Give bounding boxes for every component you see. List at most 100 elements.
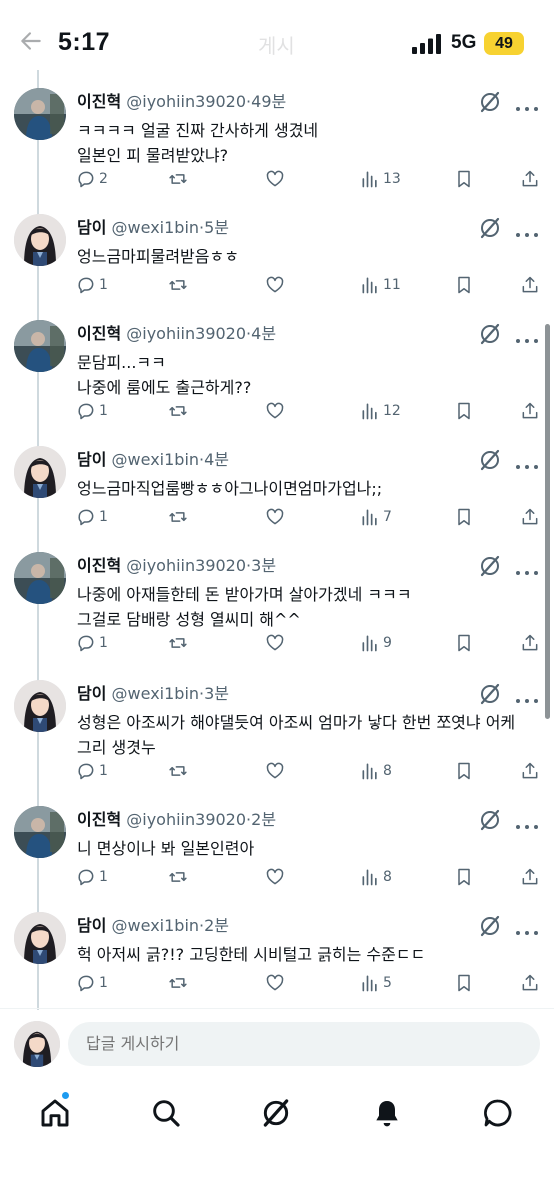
share-button[interactable] xyxy=(520,166,540,192)
author-handle[interactable]: @iyohiin39020 xyxy=(126,324,246,343)
author-handle[interactable]: @iyohiin39020 xyxy=(126,810,246,829)
views-button[interactable]: 8 xyxy=(360,864,392,890)
reply-button[interactable]: 1 xyxy=(76,864,108,890)
bookmark-button[interactable] xyxy=(454,398,474,424)
nav-search[interactable] xyxy=(146,1093,186,1133)
bookmark-button[interactable] xyxy=(454,630,474,656)
more-options-icon[interactable] xyxy=(515,816,539,829)
share-button[interactable] xyxy=(520,398,540,424)
repost-button[interactable] xyxy=(168,758,191,784)
author-handle[interactable]: @wexi1bin xyxy=(112,450,199,469)
views-button[interactable]: 11 xyxy=(360,272,401,298)
anime-avatar[interactable] xyxy=(14,446,66,498)
reply-item[interactable]: 담이 @wexi1bin·3분 성형은 아조씨가 해야댈듯여 아조씨 엄마가 낳다… xyxy=(0,680,554,788)
nav-home[interactable] xyxy=(35,1091,75,1133)
like-button[interactable] xyxy=(265,272,288,298)
reply-button[interactable]: 1 xyxy=(76,758,108,784)
bookmark-button[interactable] xyxy=(454,864,474,890)
bookmark-button[interactable] xyxy=(454,970,474,996)
author-name[interactable]: 이진혁 xyxy=(77,810,121,829)
share-button[interactable] xyxy=(520,758,540,784)
like-button[interactable] xyxy=(265,398,288,424)
reply-input[interactable] xyxy=(68,1022,540,1066)
grok-icon[interactable] xyxy=(478,90,502,114)
views-button[interactable]: 12 xyxy=(360,398,401,424)
repost-button[interactable] xyxy=(168,630,191,656)
repost-button[interactable] xyxy=(168,970,191,996)
reply-button[interactable]: 1 xyxy=(76,398,108,424)
repost-button[interactable] xyxy=(168,398,191,424)
anime-avatar[interactable] xyxy=(14,214,66,266)
anime-avatar[interactable] xyxy=(14,912,66,964)
reply-item[interactable]: 이진혁 @iyohiin39020·49분 ㅋㅋㅋㅋ 얼굴 진짜 간사하게 생겼네… xyxy=(0,88,554,196)
grok-icon[interactable] xyxy=(478,322,502,346)
author-name[interactable]: 담이 xyxy=(77,684,106,703)
share-button[interactable] xyxy=(520,864,540,890)
grok-icon[interactable] xyxy=(478,216,502,240)
author-handle[interactable]: @wexi1bin xyxy=(112,916,199,935)
reply-item[interactable]: 이진혁 @iyohiin39020·4분 문담피...ㅋㅋ 나중에 룸에도 출근하게… xyxy=(0,320,554,428)
more-options-icon[interactable] xyxy=(515,98,539,111)
author-handle[interactable]: @iyohiin39020 xyxy=(126,556,246,575)
author-handle[interactable]: @wexi1bin xyxy=(112,218,199,237)
views-button[interactable]: 7 xyxy=(360,504,392,530)
scrollbar[interactable] xyxy=(545,324,550,719)
photo-avatar-blue[interactable] xyxy=(14,320,66,372)
reply-item[interactable]: 담이 @wexi1bin·5분 엉느금마피물려받음ㅎㅎ 1 11 xyxy=(0,214,554,302)
more-options-icon[interactable] xyxy=(515,330,539,343)
photo-avatar-blue[interactable] xyxy=(14,552,66,604)
views-button[interactable]: 5 xyxy=(360,970,392,996)
views-button[interactable]: 13 xyxy=(360,166,401,192)
more-options-icon[interactable] xyxy=(515,690,539,703)
like-button[interactable] xyxy=(265,758,288,784)
bookmark-button[interactable] xyxy=(454,758,474,784)
repost-button[interactable] xyxy=(168,504,191,530)
bookmark-button[interactable] xyxy=(454,504,474,530)
author-name[interactable]: 담이 xyxy=(77,450,106,469)
like-button[interactable] xyxy=(265,166,288,192)
reply-button[interactable]: 1 xyxy=(76,504,108,530)
reply-button[interactable]: 1 xyxy=(76,630,108,656)
repost-button[interactable] xyxy=(168,272,191,298)
grok-icon[interactable] xyxy=(478,554,502,578)
share-button[interactable] xyxy=(520,272,540,298)
grok-icon[interactable] xyxy=(478,448,502,472)
author-handle[interactable]: @iyohiin39020 xyxy=(126,92,246,111)
photo-avatar-blue[interactable] xyxy=(14,88,66,140)
bookmark-button[interactable] xyxy=(454,272,474,298)
reply-button[interactable]: 2 xyxy=(76,166,108,192)
share-button[interactable] xyxy=(520,504,540,530)
bookmark-button[interactable] xyxy=(454,166,474,192)
grok-icon[interactable] xyxy=(478,682,502,706)
more-options-icon[interactable] xyxy=(515,562,539,575)
like-button[interactable] xyxy=(265,864,288,890)
more-options-icon[interactable] xyxy=(515,922,539,935)
more-options-icon[interactable] xyxy=(515,456,539,469)
more-options-icon[interactable] xyxy=(515,224,539,237)
share-button[interactable] xyxy=(520,970,540,996)
like-button[interactable] xyxy=(265,504,288,530)
repost-button[interactable] xyxy=(168,166,191,192)
views-button[interactable]: 9 xyxy=(360,630,392,656)
arrow-left-icon[interactable] xyxy=(18,28,44,54)
author-name[interactable]: 담이 xyxy=(77,916,106,935)
anime-avatar[interactable] xyxy=(14,680,66,732)
reply-button[interactable]: 1 xyxy=(76,272,108,298)
nav-messages[interactable] xyxy=(478,1093,518,1133)
grok-icon[interactable] xyxy=(478,808,502,832)
like-button[interactable] xyxy=(265,970,288,996)
reply-item[interactable]: 담이 @wexi1bin·2분 헉 아저씨 긁?!? 고딩한테 시비털고 긁히는 … xyxy=(0,912,554,1000)
reply-item[interactable]: 담이 @wexi1bin·4분 엉느금마직업룸빵ㅎㅎ아그나이면엄마가업나;; 1 7 xyxy=(0,446,554,534)
reply-item[interactable]: 이진혁 @iyohiin39020·2분 니 면상이나 봐 일본인련아 1 8 xyxy=(0,806,554,894)
grok-icon[interactable] xyxy=(478,914,502,938)
repost-button[interactable] xyxy=(168,864,191,890)
author-name[interactable]: 이진혁 xyxy=(77,92,121,111)
author-handle[interactable]: @wexi1bin xyxy=(112,684,199,703)
nav-grok[interactable] xyxy=(256,1093,296,1133)
nav-notifications[interactable] xyxy=(367,1093,407,1133)
author-name[interactable]: 이진혁 xyxy=(77,324,121,343)
share-button[interactable] xyxy=(520,630,540,656)
author-name[interactable]: 이진혁 xyxy=(77,556,121,575)
views-button[interactable]: 8 xyxy=(360,758,392,784)
author-name[interactable]: 담이 xyxy=(77,218,106,237)
